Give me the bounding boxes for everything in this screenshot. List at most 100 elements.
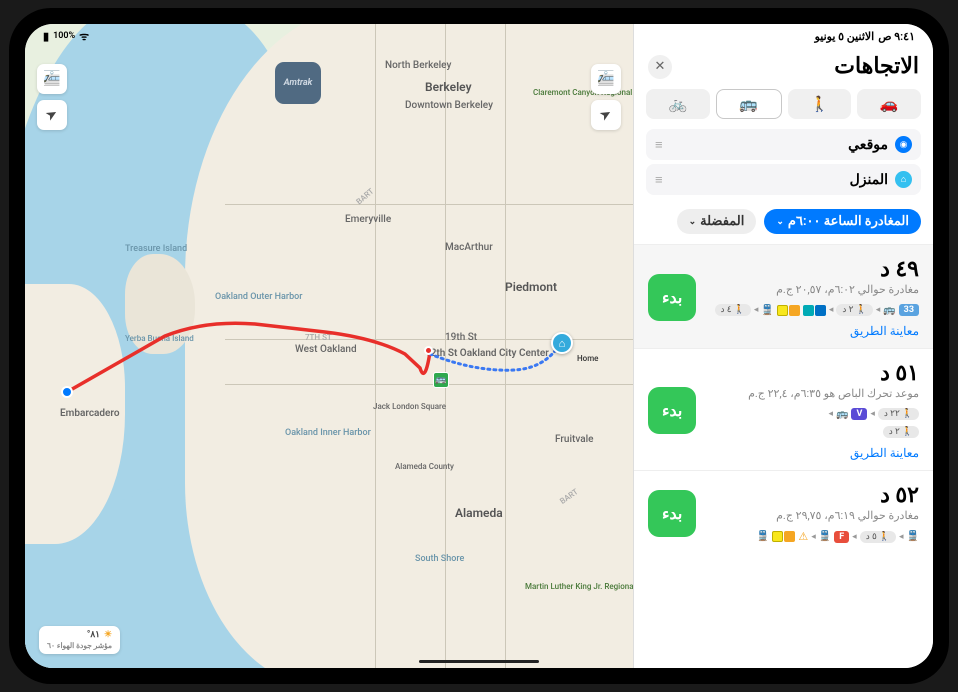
route-subtitle: مغادرة حوالي ٦:١٩م، ٢٩,٧٥ ج.م <box>708 509 919 522</box>
map-label: Alameda County <box>395 462 454 471</box>
home-marker[interactable]: ⌂ <box>551 332 573 354</box>
transit-icon: 🚌 <box>739 95 758 113</box>
train-icon: 🚆 <box>761 305 773 316</box>
sun-icon: ☀ <box>104 630 112 641</box>
destination-marker <box>61 386 73 398</box>
location-arrow-icon: ➤ <box>43 105 61 125</box>
my-location-icon: ◉ <box>895 136 912 153</box>
map-label: 7TH ST <box>305 333 332 342</box>
bus-badge: V <box>851 408 867 420</box>
route-card[interactable]: ٥٢ د مغادرة حوالي ٦:١٩م، ٢٩,٧٥ ج.م 🚆 ◂ 🚶… <box>634 471 933 553</box>
map-label: West Oakland <box>295 344 357 355</box>
wifi-icon: ᯤ <box>79 29 89 44</box>
warning-icon: ⚠ <box>798 530 808 543</box>
transit-icon: 🚈 <box>597 71 614 87</box>
transfer-marker <box>424 346 433 355</box>
transit-layer-button[interactable]: 🚈 <box>591 64 621 94</box>
aqi-label: مؤشر جودة الهواء ٦٠ <box>47 641 112 650</box>
route-duration: ٤٩ د <box>708 257 919 282</box>
go-button[interactable]: بدء <box>648 274 696 321</box>
tab-bike[interactable]: 🚲 <box>646 89 710 119</box>
route-subtitle: مغادرة حوالي ٦:٠٢م، ٢٠,٥٧ ج.م <box>708 283 919 296</box>
close-button[interactable]: ✕ <box>648 55 672 79</box>
tab-walk[interactable]: 🚶 <box>788 89 852 119</box>
route-card[interactable]: ٥١ د موعد تحرك الباص هو ٦:٣٥م، ٢٢,٤ ج.م … <box>634 349 933 471</box>
map-label: Oakland Outer Harbor <box>215 292 275 302</box>
map-label: Downtown Berkeley <box>405 100 493 111</box>
train-icon: 🚆 <box>819 531 831 542</box>
amtrak-badge[interactable]: Amtrak <box>275 62 321 104</box>
go-button[interactable]: بدء <box>648 490 696 537</box>
location-arrow-icon: ➤ <box>597 105 615 125</box>
walk-icon: 🚶 <box>810 95 829 113</box>
preview-route-link[interactable]: معاينة الطريق <box>708 446 919 460</box>
bus-badge: 33 <box>899 304 919 316</box>
tab-transit[interactable]: 🚌 <box>716 89 782 119</box>
map-label: Alameda <box>455 506 503 520</box>
route-steps: 🚆 ◂ 🚶٥ د ◂ F 🚆 ◂ ⚠ 🚆 <box>708 530 919 543</box>
map-label: MacArthur <box>445 242 493 253</box>
chevron-down-icon: ⌄ <box>776 217 784 227</box>
map-label: Home <box>577 354 598 363</box>
bike-icon: 🚲 <box>669 95 688 113</box>
depart-label: المغادرة الساعة ٦:٠٠م <box>788 214 909 229</box>
status-time-area: ٩:٤١ ص الاثنين ٥ يونيو <box>815 30 915 43</box>
locate-me-button[interactable]: ➤ <box>37 100 67 130</box>
map-label: Treasure Island <box>125 244 187 254</box>
bart-lines <box>803 305 826 316</box>
battery-icon: ▮ <box>43 30 49 43</box>
map-label: 19th St <box>445 332 477 343</box>
map-label: Emeryville <box>345 214 391 225</box>
from-location-row[interactable]: ◉ موقعي ≡ <box>646 129 921 160</box>
route-duration: ٥١ د <box>708 361 919 386</box>
map-label: Embarcadero <box>60 408 120 419</box>
preferences-button[interactable]: المفضلة ⌄ <box>677 209 757 234</box>
page-title: الاتجاهات <box>834 54 919 79</box>
map-label: Fruitvale <box>555 434 594 445</box>
weather-badge[interactable]: ☀ ٨١° مؤشر جودة الهواء ٦٠ <box>39 626 120 654</box>
to-location-row[interactable]: ⌂ المنزل ≡ <box>646 164 921 195</box>
home-indicator[interactable] <box>419 660 539 664</box>
bus-icon: 🚌 <box>883 305 895 316</box>
route-card[interactable]: ٤٩ د مغادرة حوالي ٦:٠٢م، ٢٠,٥٧ ج.م 33 🚌 … <box>634 245 933 349</box>
map-controls-left: 🚈 ➤ <box>37 64 67 130</box>
reorder-icon[interactable]: ≡ <box>655 172 663 188</box>
map-label: Berkeley <box>425 80 472 94</box>
route-steps: 33 🚌 ◂ 🚶٢ د ◂ 🚆 ◂ 🚶٤ د <box>708 304 919 316</box>
map-label: Yerba Buena Island <box>125 334 175 343</box>
reorder-icon[interactable]: ≡ <box>655 137 663 153</box>
transit-stop-icon: 🚌 <box>433 372 449 388</box>
screen-content: ٩:٤١ ص الاثنين ٥ يونيو ᯤ 100% ▮ الاتجاها… <box>25 24 933 668</box>
directions-panel: الاتجاهات ✕ 🚲 🚌 🚶 🚗 ◉ موقعي ≡ <box>633 24 933 668</box>
map-label: Martin Luther King Jr. Regional Shorelin… <box>525 582 605 591</box>
map-label: Jack London Square <box>373 402 446 411</box>
from-label: موقعي <box>848 137 888 153</box>
map-label: North Berkeley <box>385 60 451 71</box>
transit-icon: 🚈 <box>43 71 60 87</box>
close-icon: ✕ <box>655 59 666 74</box>
bus-icon: 🚌 <box>836 409 848 420</box>
car-icon: 🚗 <box>880 95 899 113</box>
transit-layer-button[interactable]: 🚈 <box>37 64 67 94</box>
ipad-frame: ٩:٤١ ص الاثنين ٥ يونيو ᯤ 100% ▮ الاتجاها… <box>9 8 949 684</box>
pref-label: المفضلة <box>700 214 744 229</box>
departure-time-button[interactable]: المغادرة الساعة ٦:٠٠م ⌄ <box>764 209 921 234</box>
route-duration: ٥٢ د <box>708 483 919 508</box>
map-label: Oakland Inner Harbor <box>285 428 345 438</box>
bus-badge: F <box>834 531 849 543</box>
train-icon: 🚆 <box>757 531 769 542</box>
map-label: Piedmont <box>505 280 557 294</box>
locate-me-button[interactable]: ➤ <box>591 100 621 130</box>
go-button[interactable]: بدء <box>648 387 696 434</box>
amtrak-label: Amtrak <box>284 78 313 88</box>
route-subtitle: موعد تحرك الباص هو ٦:٣٥م، ٢٢,٤ ج.م <box>708 387 919 400</box>
train-icon: 🚆 <box>907 531 919 542</box>
transport-mode-tabs: 🚲 🚌 🚶 🚗 <box>634 85 933 123</box>
tab-car[interactable]: 🚗 <box>857 89 921 119</box>
map-view[interactable]: North Berkeley Berkeley Downtown Berkele… <box>25 24 633 668</box>
preview-route-link[interactable]: معاينة الطريق <box>708 324 919 338</box>
chevron-down-icon: ⌄ <box>689 217 697 227</box>
route-steps: 🚶٢٢ د ◂ V 🚌 ◂ <box>708 408 919 420</box>
map-label: South Shore <box>415 554 464 564</box>
home-icon: ⌂ <box>895 171 912 188</box>
